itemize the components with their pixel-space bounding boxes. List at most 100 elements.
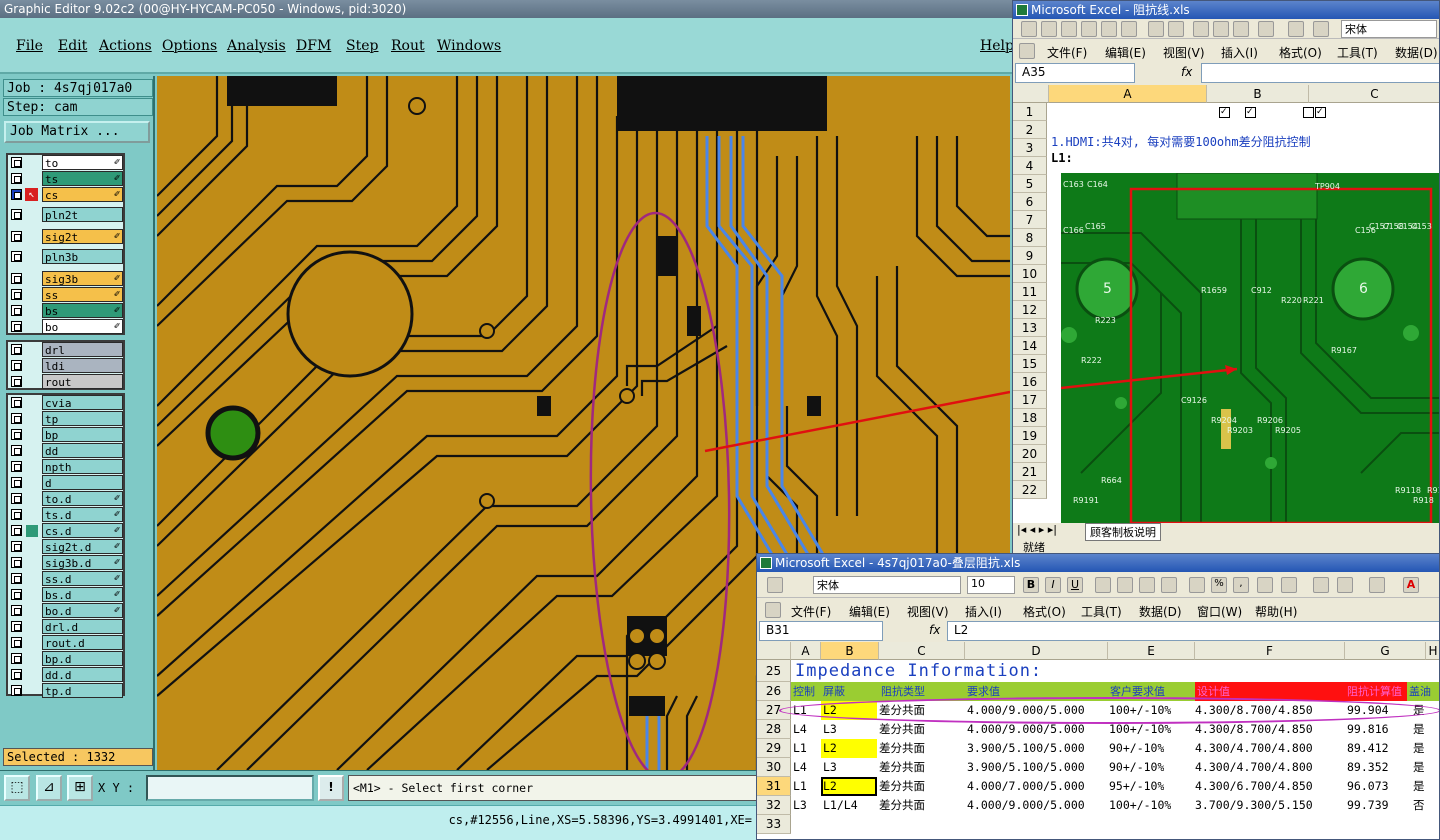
layer-name[interactable]: pln2t <box>42 207 123 222</box>
excel2-menu-edit[interactable]: 编辑(E) <box>849 603 890 620</box>
excel1-grid[interactable]: A B C 1 2 3 4 5 6 7 8 9 10 11 12 13 14 15 16 17 18 19 20 21 2… <box>1013 85 1439 523</box>
cell-h[interactable]: 是 <box>1413 739 1425 758</box>
excel1-col-a[interactable]: A <box>1049 85 1207 103</box>
excel1-row-header[interactable]: 7 <box>1013 211 1047 229</box>
layer-row-drl[interactable]: drl <box>8 342 123 358</box>
layer-name[interactable]: cs <box>42 187 123 202</box>
spelling-icon[interactable] <box>1148 21 1164 37</box>
excel1-row-header[interactable]: 14 <box>1013 337 1047 355</box>
checkbox-c2[interactable]: ✓ <box>1315 107 1326 118</box>
cell-a[interactable]: L4 <box>793 720 807 739</box>
layer-name[interactable]: bp.d <box>42 651 123 666</box>
layer-name[interactable]: drl.d <box>42 619 123 634</box>
excel2-menu-data[interactable]: 数据(D) <box>1139 603 1182 620</box>
cell-c[interactable]: 差分共面 <box>879 739 925 758</box>
layer-name[interactable]: rout <box>42 374 123 389</box>
layer-checkbox[interactable] <box>11 653 22 664</box>
excel1-formula-bar[interactable] <box>1201 63 1439 83</box>
layer-row-sig3b.d[interactable]: sig3b.d ✐ <box>8 555 123 571</box>
layer-row-ss.d[interactable]: ss.d ✐ <box>8 571 123 587</box>
excel1-row-header[interactable]: 15 <box>1013 355 1047 373</box>
excel1-row-header[interactable]: 22 <box>1013 481 1047 499</box>
checkbox-c1[interactable] <box>1303 107 1314 118</box>
underline-icon[interactable]: U <box>1067 577 1083 593</box>
layer-checkbox[interactable] <box>11 289 22 300</box>
merge-center-icon[interactable] <box>1161 577 1177 593</box>
excel2-menu-insert[interactable]: 插入(I) <box>965 603 1002 620</box>
layer-checkbox[interactable] <box>11 589 22 600</box>
layer-checkbox[interactable] <box>11 397 22 408</box>
layer-row-tp.d[interactable]: tp.d <box>8 683 123 699</box>
menu-rout[interactable]: Rout <box>391 38 425 54</box>
layer-row-d[interactable]: d <box>8 475 123 491</box>
cell-f[interactable]: 3.700/9.300/5.150 <box>1195 796 1313 815</box>
excel2-col-c[interactable]: C <box>879 642 965 660</box>
layer-row-bs.d[interactable]: bs.d ✐ <box>8 587 123 603</box>
layer-name[interactable]: sig2t.d <box>42 539 123 554</box>
layer-name[interactable]: rout.d <box>42 635 123 650</box>
align-right-icon[interactable] <box>1139 577 1155 593</box>
layer-row-rout[interactable]: rout <box>8 374 123 390</box>
layer-checkbox[interactable] <box>11 509 22 520</box>
excel2-row-header[interactable]: 33 <box>757 815 791 834</box>
layer-row-ts.d[interactable]: ts.d ✐ <box>8 507 123 523</box>
cell-c[interactable]: 差分共面 <box>879 796 925 815</box>
excel2-row-header[interactable]: 26 <box>757 682 791 701</box>
excel1-row-header[interactable]: 9 <box>1013 247 1047 265</box>
excel1-menu-file[interactable]: 文件(F) <box>1047 44 1087 61</box>
align-left-icon[interactable] <box>1095 577 1111 593</box>
excel1-menu-format[interactable]: 格式(O) <box>1279 44 1322 61</box>
layer-row-bp.d[interactable]: bp.d <box>8 651 123 667</box>
layer-row-drl.d[interactable]: drl.d <box>8 619 123 635</box>
increase-decimal-icon[interactable] <box>1257 577 1273 593</box>
excel1-menu-edit[interactable]: 编辑(E) <box>1105 44 1146 61</box>
layer-name[interactable]: sig2t <box>42 229 123 244</box>
excel2-menu-help[interactable]: 帮助(H) <box>1255 603 1297 620</box>
excel1-row-header[interactable]: 3 <box>1013 139 1047 157</box>
checkbox-b2[interactable]: ✓ <box>1245 107 1256 118</box>
menu-actions[interactable]: Actions <box>99 38 152 54</box>
cell-g[interactable]: 89.352 <box>1347 758 1389 777</box>
layer-checkbox[interactable] <box>11 541 22 552</box>
menu-analysis[interactable]: Analysis <box>227 38 286 54</box>
permission-icon[interactable] <box>1081 21 1097 37</box>
decrease-decimal-icon[interactable] <box>1281 577 1297 593</box>
excel1-row-header[interactable]: 20 <box>1013 445 1047 463</box>
excel2-menu-file[interactable]: 文件(F) <box>791 603 831 620</box>
layer-name[interactable]: cs.d <box>42 523 123 538</box>
layer-row-cs[interactable]: cs ✐ ↖ <box>8 187 123 203</box>
excel1-row-header[interactable]: 8 <box>1013 229 1047 247</box>
menu-help[interactable]: Help <box>980 38 1014 54</box>
layer-row-ss[interactable]: ss ✐ <box>8 287 123 303</box>
layer-checkbox[interactable] <box>11 493 22 504</box>
menu-step[interactable]: Step <box>346 38 378 54</box>
cell-a[interactable]: L1 <box>793 777 807 796</box>
cell-h[interactable]: 是 <box>1413 777 1425 796</box>
cell-b[interactable]: L3 <box>821 720 877 739</box>
excel2-row-header[interactable]: 25 <box>757 660 791 682</box>
cell-f[interactable]: 4.300/6.700/4.850 <box>1195 777 1313 796</box>
fill-color-icon[interactable] <box>1369 577 1385 593</box>
sheet-nav-icon[interactable]: |◂ ◂ ▸ ▸| <box>1017 523 1057 536</box>
layer-checkbox[interactable] <box>11 231 22 242</box>
excel2-menu-format[interactable]: 格式(O) <box>1023 603 1066 620</box>
redo-icon[interactable] <box>1313 21 1329 37</box>
layer-checkbox[interactable] <box>11 321 22 332</box>
excel1-font-box[interactable]: 宋体 <box>1341 20 1437 38</box>
layer-name[interactable]: npth <box>42 459 123 474</box>
warning-button[interactable]: ! <box>318 775 344 801</box>
excel2-col-e[interactable]: E <box>1108 642 1195 660</box>
layer-row-to[interactable]: to ✐ <box>8 155 123 171</box>
layer-checkbox[interactable] <box>11 173 22 184</box>
research-icon[interactable] <box>1168 21 1184 37</box>
format-painter-icon[interactable] <box>1258 21 1274 37</box>
cell-b[interactable]: L2 <box>821 739 877 758</box>
excel2-col-f[interactable]: F <box>1195 642 1345 660</box>
excel1-row-header[interactable]: 4 <box>1013 157 1047 175</box>
excel2-formula-bar[interactable]: L2 <box>947 621 1439 641</box>
excel1-col-c[interactable]: C <box>1309 85 1439 103</box>
layer-name[interactable]: pln3b <box>42 249 123 264</box>
excel2-menu-tools[interactable]: 工具(T) <box>1081 603 1122 620</box>
undo-icon[interactable] <box>1288 21 1304 37</box>
cell-a[interactable]: L3 <box>793 796 807 815</box>
